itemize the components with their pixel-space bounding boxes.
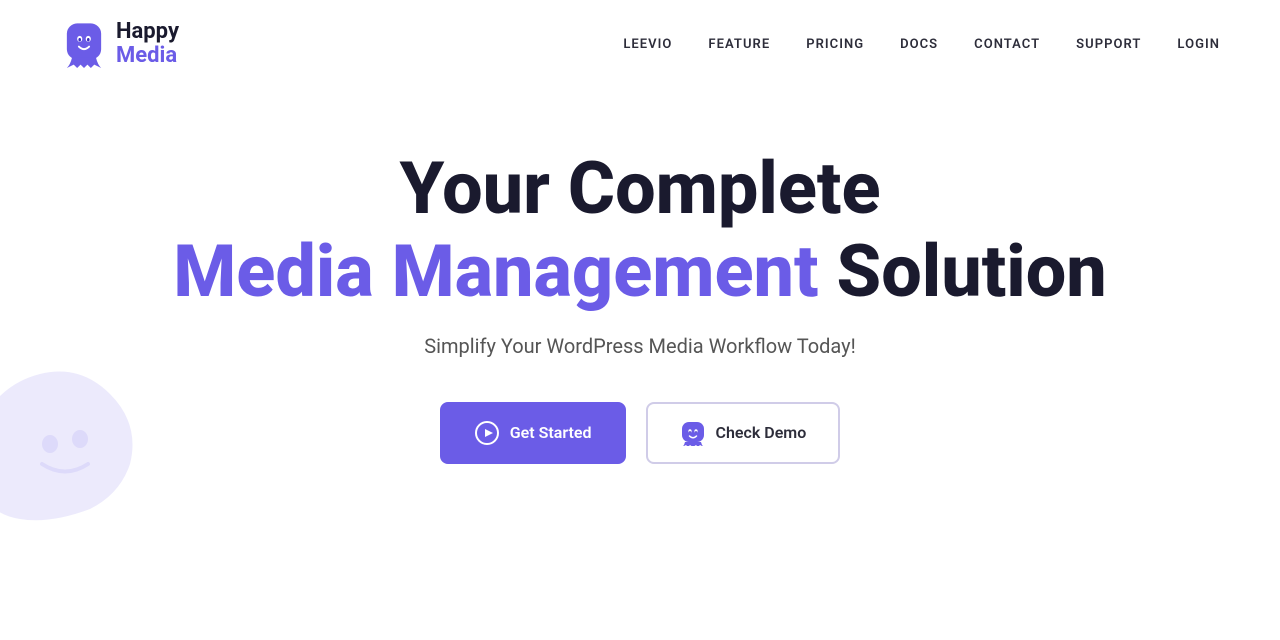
- check-demo-label: Check Demo: [716, 423, 807, 442]
- hero-subtitle: Simplify Your WordPress Media Workflow T…: [424, 334, 855, 358]
- nav-feature[interactable]: FEATURE: [708, 37, 770, 52]
- get-started-button[interactable]: Get Started: [440, 402, 626, 464]
- nav-pricing[interactable]: PRICING: [806, 37, 864, 52]
- nav-login[interactable]: LOGIN: [1177, 37, 1220, 52]
- hero-section: Your Complete Media Management Solution …: [0, 88, 1280, 504]
- hero-line2-rest: Solution: [819, 229, 1107, 314]
- nav-support[interactable]: SUPPORT: [1076, 37, 1141, 52]
- nav-docs[interactable]: DOCS: [900, 37, 938, 52]
- site-header: Happy Media LEEVIO FEATURE PRICING DOCS …: [0, 0, 1280, 88]
- logo[interactable]: Happy Media: [60, 20, 179, 68]
- decorative-blob: [0, 324, 230, 524]
- hero-highlight: Media Management: [173, 229, 818, 314]
- logo-icon: [60, 20, 108, 68]
- check-demo-icon: [680, 420, 706, 446]
- hero-heading: Your Complete Media Management Solution: [173, 148, 1107, 314]
- nav-contact[interactable]: CONTACT: [974, 37, 1040, 52]
- get-started-icon: [474, 420, 500, 446]
- check-demo-button[interactable]: Check Demo: [646, 402, 841, 464]
- logo-media-text: Media: [116, 44, 179, 68]
- main-nav: LEEVIO FEATURE PRICING DOCS CONTACT SUPP…: [623, 37, 1220, 52]
- nav-leevio[interactable]: LEEVIO: [623, 37, 672, 52]
- get-started-label: Get Started: [510, 423, 592, 442]
- hero-line1: Your Complete: [399, 146, 880, 231]
- logo-happy-text: Happy: [116, 20, 179, 44]
- cta-buttons: Get Started Check Demo: [440, 402, 841, 464]
